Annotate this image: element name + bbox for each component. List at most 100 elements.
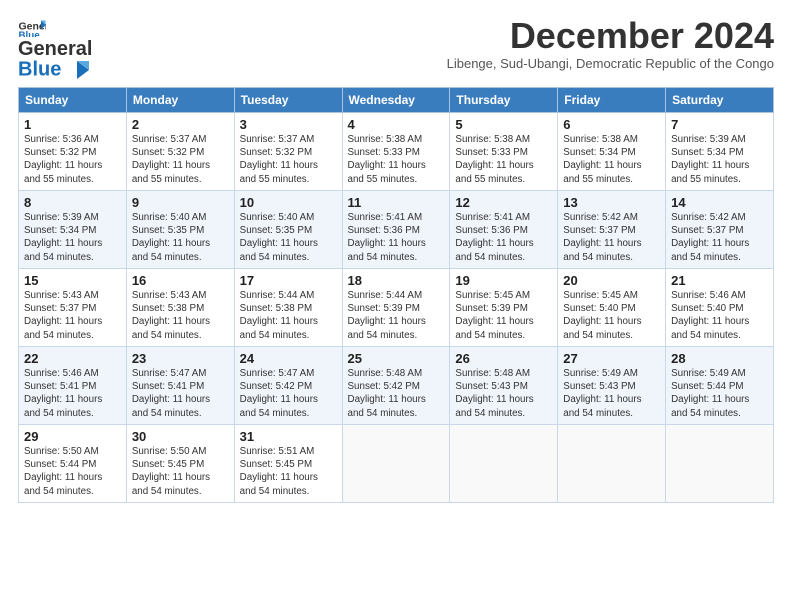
table-row: 10 Sunrise: 5:40 AMSunset: 5:35 PMDaylig… bbox=[234, 191, 342, 269]
day-number: 13 bbox=[563, 195, 660, 210]
day-number: 26 bbox=[455, 351, 552, 366]
day-info: Sunrise: 5:50 AMSunset: 5:45 PMDaylight:… bbox=[132, 445, 229, 498]
day-number: 22 bbox=[24, 351, 121, 366]
day-info: Sunrise: 5:45 AMSunset: 5:39 PMDaylight:… bbox=[455, 289, 552, 342]
day-info: Sunrise: 5:43 AMSunset: 5:38 PMDaylight:… bbox=[132, 289, 229, 342]
calendar-table: Sunday Monday Tuesday Wednesday Thursday… bbox=[18, 87, 774, 503]
calendar-week-row: 8 Sunrise: 5:39 AMSunset: 5:34 PMDayligh… bbox=[19, 191, 774, 269]
table-row: 20 Sunrise: 5:45 AMSunset: 5:40 PMDaylig… bbox=[558, 269, 666, 347]
day-info: Sunrise: 5:39 AMSunset: 5:34 PMDaylight:… bbox=[24, 211, 121, 264]
day-info: Sunrise: 5:43 AMSunset: 5:37 PMDaylight:… bbox=[24, 289, 121, 342]
day-info: Sunrise: 5:46 AMSunset: 5:40 PMDaylight:… bbox=[671, 289, 768, 342]
day-info: Sunrise: 5:49 AMSunset: 5:43 PMDaylight:… bbox=[563, 367, 660, 420]
day-info: Sunrise: 5:38 AMSunset: 5:34 PMDaylight:… bbox=[563, 133, 660, 186]
calendar-week-row: 29 Sunrise: 5:50 AMSunset: 5:44 PMDaylig… bbox=[19, 425, 774, 503]
logo: General Blue General Blue bbox=[18, 18, 92, 81]
svg-text:Blue: Blue bbox=[19, 31, 41, 38]
day-number: 5 bbox=[455, 117, 552, 132]
day-number: 4 bbox=[348, 117, 445, 132]
day-number: 24 bbox=[240, 351, 337, 366]
day-number: 20 bbox=[563, 273, 660, 288]
day-info: Sunrise: 5:51 AMSunset: 5:45 PMDaylight:… bbox=[240, 445, 337, 498]
header-tuesday: Tuesday bbox=[234, 88, 342, 113]
day-info: Sunrise: 5:44 AMSunset: 5:39 PMDaylight:… bbox=[348, 289, 445, 342]
day-number: 15 bbox=[24, 273, 121, 288]
header-thursday: Thursday bbox=[450, 88, 558, 113]
day-info: Sunrise: 5:38 AMSunset: 5:33 PMDaylight:… bbox=[348, 133, 445, 186]
day-number: 8 bbox=[24, 195, 121, 210]
table-row: 30 Sunrise: 5:50 AMSunset: 5:45 PMDaylig… bbox=[126, 425, 234, 503]
day-number: 9 bbox=[132, 195, 229, 210]
day-info: Sunrise: 5:41 AMSunset: 5:36 PMDaylight:… bbox=[455, 211, 552, 264]
day-info: Sunrise: 5:47 AMSunset: 5:42 PMDaylight:… bbox=[240, 367, 337, 420]
header: General Blue General Blue December 2024 … bbox=[18, 18, 774, 81]
table-row: 31 Sunrise: 5:51 AMSunset: 5:45 PMDaylig… bbox=[234, 425, 342, 503]
table-row bbox=[558, 425, 666, 503]
day-number: 11 bbox=[348, 195, 445, 210]
day-info: Sunrise: 5:41 AMSunset: 5:36 PMDaylight:… bbox=[348, 211, 445, 264]
day-number: 12 bbox=[455, 195, 552, 210]
day-number: 3 bbox=[240, 117, 337, 132]
day-info: Sunrise: 5:40 AMSunset: 5:35 PMDaylight:… bbox=[132, 211, 229, 264]
month-title: December 2024 bbox=[447, 18, 774, 54]
day-info: Sunrise: 5:42 AMSunset: 5:37 PMDaylight:… bbox=[671, 211, 768, 264]
day-info: Sunrise: 5:42 AMSunset: 5:37 PMDaylight:… bbox=[563, 211, 660, 264]
day-info: Sunrise: 5:48 AMSunset: 5:42 PMDaylight:… bbox=[348, 367, 445, 420]
table-row: 2 Sunrise: 5:37 AMSunset: 5:32 PMDayligh… bbox=[126, 113, 234, 191]
calendar-header-row: Sunday Monday Tuesday Wednesday Thursday… bbox=[19, 88, 774, 113]
table-row: 19 Sunrise: 5:45 AMSunset: 5:39 PMDaylig… bbox=[450, 269, 558, 347]
table-row: 1 Sunrise: 5:36 AMSunset: 5:32 PMDayligh… bbox=[19, 113, 127, 191]
day-info: Sunrise: 5:38 AMSunset: 5:33 PMDaylight:… bbox=[455, 133, 552, 186]
table-row: 25 Sunrise: 5:48 AMSunset: 5:42 PMDaylig… bbox=[342, 347, 450, 425]
day-number: 17 bbox=[240, 273, 337, 288]
table-row: 13 Sunrise: 5:42 AMSunset: 5:37 PMDaylig… bbox=[558, 191, 666, 269]
logo-general: General bbox=[18, 38, 92, 60]
calendar-week-row: 15 Sunrise: 5:43 AMSunset: 5:37 PMDaylig… bbox=[19, 269, 774, 347]
table-row: 23 Sunrise: 5:47 AMSunset: 5:41 PMDaylig… bbox=[126, 347, 234, 425]
header-saturday: Saturday bbox=[666, 88, 774, 113]
table-row: 9 Sunrise: 5:40 AMSunset: 5:35 PMDayligh… bbox=[126, 191, 234, 269]
day-number: 10 bbox=[240, 195, 337, 210]
day-info: Sunrise: 5:49 AMSunset: 5:44 PMDaylight:… bbox=[671, 367, 768, 420]
table-row: 18 Sunrise: 5:44 AMSunset: 5:39 PMDaylig… bbox=[342, 269, 450, 347]
table-row bbox=[450, 425, 558, 503]
table-row: 21 Sunrise: 5:46 AMSunset: 5:40 PMDaylig… bbox=[666, 269, 774, 347]
day-info: Sunrise: 5:47 AMSunset: 5:41 PMDaylight:… bbox=[132, 367, 229, 420]
table-row bbox=[666, 425, 774, 503]
logo-blue: Blue bbox=[18, 58, 61, 80]
table-row: 8 Sunrise: 5:39 AMSunset: 5:34 PMDayligh… bbox=[19, 191, 127, 269]
day-number: 6 bbox=[563, 117, 660, 132]
day-number: 14 bbox=[671, 195, 768, 210]
day-number: 25 bbox=[348, 351, 445, 366]
table-row: 7 Sunrise: 5:39 AMSunset: 5:34 PMDayligh… bbox=[666, 113, 774, 191]
day-info: Sunrise: 5:39 AMSunset: 5:34 PMDaylight:… bbox=[671, 133, 768, 186]
table-row: 6 Sunrise: 5:38 AMSunset: 5:34 PMDayligh… bbox=[558, 113, 666, 191]
day-info: Sunrise: 5:45 AMSunset: 5:40 PMDaylight:… bbox=[563, 289, 660, 342]
title-block: December 2024 Libenge, Sud-Ubangi, Democ… bbox=[447, 18, 774, 71]
header-wednesday: Wednesday bbox=[342, 88, 450, 113]
day-number: 21 bbox=[671, 273, 768, 288]
calendar-week-row: 22 Sunrise: 5:46 AMSunset: 5:41 PMDaylig… bbox=[19, 347, 774, 425]
calendar-week-row: 1 Sunrise: 5:36 AMSunset: 5:32 PMDayligh… bbox=[19, 113, 774, 191]
subtitle: Libenge, Sud-Ubangi, Democratic Republic… bbox=[447, 56, 774, 71]
table-row: 29 Sunrise: 5:50 AMSunset: 5:44 PMDaylig… bbox=[19, 425, 127, 503]
table-row: 22 Sunrise: 5:46 AMSunset: 5:41 PMDaylig… bbox=[19, 347, 127, 425]
day-number: 2 bbox=[132, 117, 229, 132]
table-row: 12 Sunrise: 5:41 AMSunset: 5:36 PMDaylig… bbox=[450, 191, 558, 269]
day-number: 27 bbox=[563, 351, 660, 366]
table-row: 27 Sunrise: 5:49 AMSunset: 5:43 PMDaylig… bbox=[558, 347, 666, 425]
day-number: 1 bbox=[24, 117, 121, 132]
header-sunday: Sunday bbox=[19, 88, 127, 113]
day-number: 19 bbox=[455, 273, 552, 288]
day-info: Sunrise: 5:46 AMSunset: 5:41 PMDaylight:… bbox=[24, 367, 121, 420]
header-friday: Friday bbox=[558, 88, 666, 113]
day-info: Sunrise: 5:37 AMSunset: 5:32 PMDaylight:… bbox=[240, 133, 337, 186]
day-number: 23 bbox=[132, 351, 229, 366]
table-row: 16 Sunrise: 5:43 AMSunset: 5:38 PMDaylig… bbox=[126, 269, 234, 347]
table-row: 3 Sunrise: 5:37 AMSunset: 5:32 PMDayligh… bbox=[234, 113, 342, 191]
table-row bbox=[342, 425, 450, 503]
day-info: Sunrise: 5:50 AMSunset: 5:44 PMDaylight:… bbox=[24, 445, 121, 498]
table-row: 26 Sunrise: 5:48 AMSunset: 5:43 PMDaylig… bbox=[450, 347, 558, 425]
day-number: 29 bbox=[24, 429, 121, 444]
logo-arrow-icon bbox=[69, 59, 91, 81]
